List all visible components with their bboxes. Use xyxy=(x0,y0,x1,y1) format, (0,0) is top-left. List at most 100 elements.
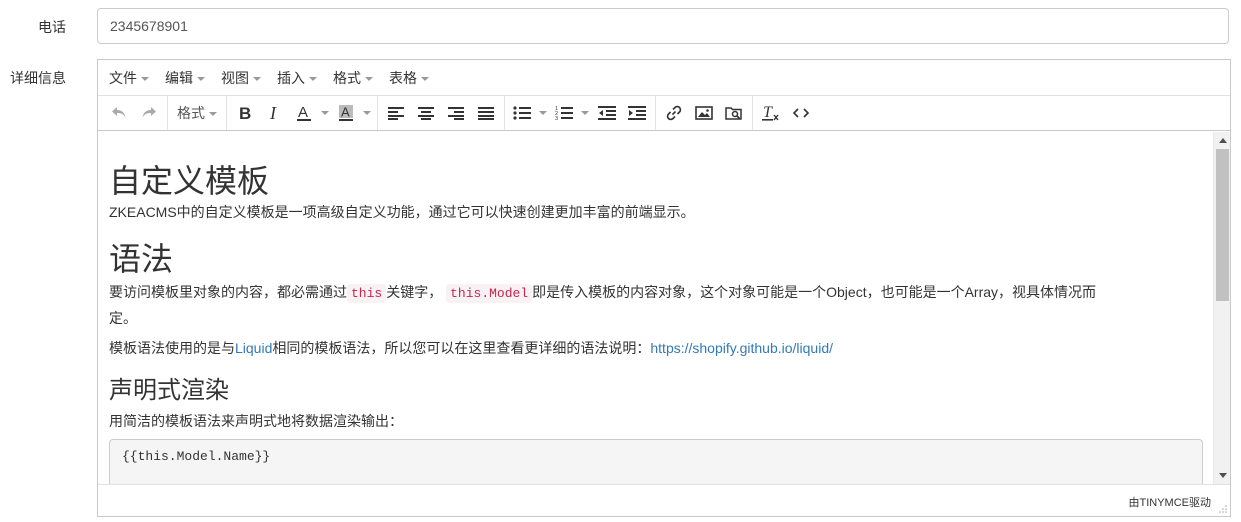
background-color-split-button[interactable]: A xyxy=(332,99,374,127)
scroll-thumb[interactable] xyxy=(1216,149,1229,301)
editor-toolbar: 格式 B I A A 1 2 3 T xyxy=(98,96,1230,131)
liquid-link[interactable]: Liquid xyxy=(235,340,272,356)
caret-icon xyxy=(581,111,589,115)
inline-code-this-model: this.Model xyxy=(446,284,533,303)
rich-text-editor: 文件 编辑 视图 插入 格式 表格 格式 B I A A 1 2 3 T 自定义… xyxy=(97,59,1231,517)
svg-text:A: A xyxy=(298,104,308,121)
source-code-icon xyxy=(793,108,809,118)
bullet-list-button[interactable] xyxy=(508,99,536,127)
outdent-button[interactable] xyxy=(592,99,622,127)
align-justify-button[interactable] xyxy=(471,99,501,127)
text-color-icon: A xyxy=(297,104,311,121)
intro-paragraph: ZKEACMS中的自定义模板是一项高级自定义功能，通过它可以快速创建更加丰富的前… xyxy=(109,204,695,220)
numbered-list-icon: 123 xyxy=(555,106,573,121)
tools-group: T xyxy=(753,96,819,130)
insert-group xyxy=(656,96,753,130)
menu-file[interactable]: 文件 xyxy=(101,64,157,92)
align-center-button[interactable] xyxy=(411,99,441,127)
source-code-button[interactable] xyxy=(786,99,816,127)
svg-text:I: I xyxy=(269,105,277,121)
svg-text:T: T xyxy=(763,104,773,121)
caret-icon xyxy=(421,76,429,81)
caret-icon xyxy=(539,111,547,115)
scroll-up-button[interactable] xyxy=(1214,132,1231,149)
phone-label: 电话 xyxy=(38,19,66,35)
caret-icon xyxy=(209,112,217,116)
bullet-list-split-button[interactable] xyxy=(508,99,550,127)
bold-icon: B xyxy=(239,105,251,121)
menu-edit[interactable]: 编辑 xyxy=(157,64,213,92)
menu-format[interactable]: 格式 xyxy=(325,64,381,92)
menu-table-label: 表格 xyxy=(389,69,417,86)
outdent-icon xyxy=(598,106,616,120)
image-icon xyxy=(695,106,713,120)
menu-insert-label: 插入 xyxy=(277,69,305,86)
caret-icon xyxy=(321,111,329,115)
phone-input[interactable] xyxy=(97,8,1229,44)
text-color-button[interactable]: A xyxy=(290,99,318,127)
caret-icon xyxy=(365,76,373,81)
editor-statusbar: 由TINYMCE驱动 xyxy=(98,484,1230,516)
align-right-button[interactable] xyxy=(441,99,471,127)
history-group xyxy=(101,96,168,130)
resize-handle-icon[interactable] xyxy=(1218,504,1228,514)
scroll-up-icon xyxy=(1218,138,1227,143)
bold-button[interactable]: B xyxy=(230,99,260,127)
menu-table[interactable]: 表格 xyxy=(381,64,437,92)
numbered-list-dropdown[interactable] xyxy=(578,99,592,127)
format-group: 格式 xyxy=(168,96,227,130)
format-dropdown-label: 格式 xyxy=(177,105,205,121)
svg-text:3: 3 xyxy=(555,116,558,121)
redo-button[interactable] xyxy=(134,99,164,127)
content-heading-syntax: 语法 xyxy=(109,240,174,278)
image-button[interactable] xyxy=(689,99,719,127)
scroll-down-icon xyxy=(1218,473,1227,478)
media-browse-button[interactable] xyxy=(719,99,749,127)
syntax-text-b: 关键字， xyxy=(386,284,443,300)
syntax2-text-b: 相同的模板语法，所以您可以在这里查看更详细的语法说明： xyxy=(272,340,651,356)
background-color-dropdown[interactable] xyxy=(360,99,374,127)
alignment-group xyxy=(378,96,505,130)
format-dropdown[interactable]: 格式 xyxy=(171,99,223,127)
menu-view-label: 视图 xyxy=(221,69,249,86)
background-color-button[interactable]: A xyxy=(332,99,360,127)
syntax2-text-a: 模板语法使用的是与 xyxy=(109,340,235,356)
undo-icon xyxy=(112,107,126,118)
list-group: 123 xyxy=(505,96,656,130)
scroll-down-button[interactable] xyxy=(1214,467,1231,484)
editor-menubar: 文件 编辑 视图 插入 格式 表格 xyxy=(98,60,1230,96)
align-justify-icon xyxy=(478,107,494,120)
italic-button[interactable]: I xyxy=(260,99,290,127)
align-left-button[interactable] xyxy=(381,99,411,127)
editor-scrollbar[interactable] xyxy=(1213,132,1230,484)
liquid-docs-link[interactable]: https://shopify.github.io/liquid/ xyxy=(650,340,833,356)
render-paragraph: 用简洁的模板语法来声明式地将数据渲染输出： xyxy=(109,413,403,429)
numbered-list-split-button[interactable]: 123 xyxy=(550,99,592,127)
code-block: {{this.Model.Name}} xyxy=(109,439,1203,484)
editor-body[interactable]: 自定义模板 ZKEACMS中的自定义模板是一项高级自定义功能，通过它可以快速创建… xyxy=(109,132,1203,484)
menu-view[interactable]: 视图 xyxy=(213,64,269,92)
link-button[interactable] xyxy=(659,99,689,127)
text-style-group: B I A A xyxy=(227,96,378,130)
menu-insert[interactable]: 插入 xyxy=(269,64,325,92)
indent-button[interactable] xyxy=(622,99,652,127)
media-browse-icon xyxy=(725,107,742,120)
menu-format-label: 格式 xyxy=(333,69,361,86)
detail-label: 详细信息 xyxy=(10,70,66,86)
bullet-list-dropdown[interactable] xyxy=(536,99,550,127)
menu-edit-label: 编辑 xyxy=(165,69,193,86)
text-color-split-button[interactable]: A xyxy=(290,99,332,127)
caret-icon xyxy=(141,76,149,81)
numbered-list-button[interactable]: 123 xyxy=(550,99,578,127)
bullet-list-icon xyxy=(513,106,531,120)
clear-format-button[interactable]: T xyxy=(756,99,786,127)
content-heading-render: 声明式渲染 xyxy=(109,376,229,404)
editor-content-area[interactable]: 自定义模板 ZKEACMS中的自定义模板是一项高级自定义功能，通过它可以快速创建… xyxy=(98,132,1230,484)
redo-icon xyxy=(142,107,156,118)
menu-file-label: 文件 xyxy=(109,69,137,86)
text-color-dropdown[interactable] xyxy=(318,99,332,127)
undo-button[interactable] xyxy=(104,99,134,127)
svg-text:B: B xyxy=(239,105,251,121)
link-icon xyxy=(666,105,682,121)
tinymce-branding[interactable]: 由TINYMCE驱动 xyxy=(1129,494,1212,510)
